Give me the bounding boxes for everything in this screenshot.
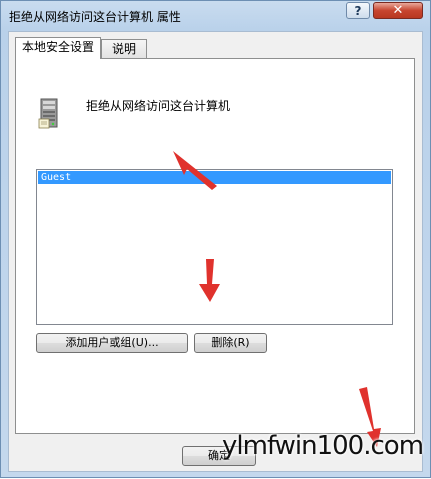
add-user-or-group-button[interactable]: 添加用户或组(U)... — [36, 333, 188, 353]
tab-panel: 拒绝从网络访问这台计算机 Guest 添加用户或组(U)... 删除(R) — [15, 58, 415, 434]
properties-dialog: 拒绝从网络访问这台计算机 属性 ? ✕ 本地安全设置 说明 拒绝从网络访问这台计… — [0, 0, 431, 478]
list-item[interactable]: Guest — [38, 171, 391, 184]
user-group-list[interactable]: Guest — [36, 169, 393, 325]
help-button[interactable]: ? — [346, 2, 370, 19]
title-bar: 拒绝从网络访问这台计算机 属性 ? ✕ — [1, 1, 430, 31]
tab-local-security-setting[interactable]: 本地安全设置 — [15, 37, 101, 59]
dialog-body: 本地安全设置 说明 拒绝从网络访问这台计算机 Guest 添加用户或组(U)..… — [8, 31, 423, 472]
server-icon — [38, 98, 58, 129]
tab-explain[interactable]: 说明 — [101, 39, 147, 59]
remove-button[interactable]: 删除(R) — [194, 333, 267, 353]
window-title: 拒绝从网络访问这台计算机 属性 — [9, 10, 181, 24]
policy-name: 拒绝从网络访问这台计算机 — [86, 99, 231, 113]
close-button[interactable]: ✕ — [373, 2, 423, 19]
watermark-text: ylmfwin100.com — [222, 431, 424, 461]
